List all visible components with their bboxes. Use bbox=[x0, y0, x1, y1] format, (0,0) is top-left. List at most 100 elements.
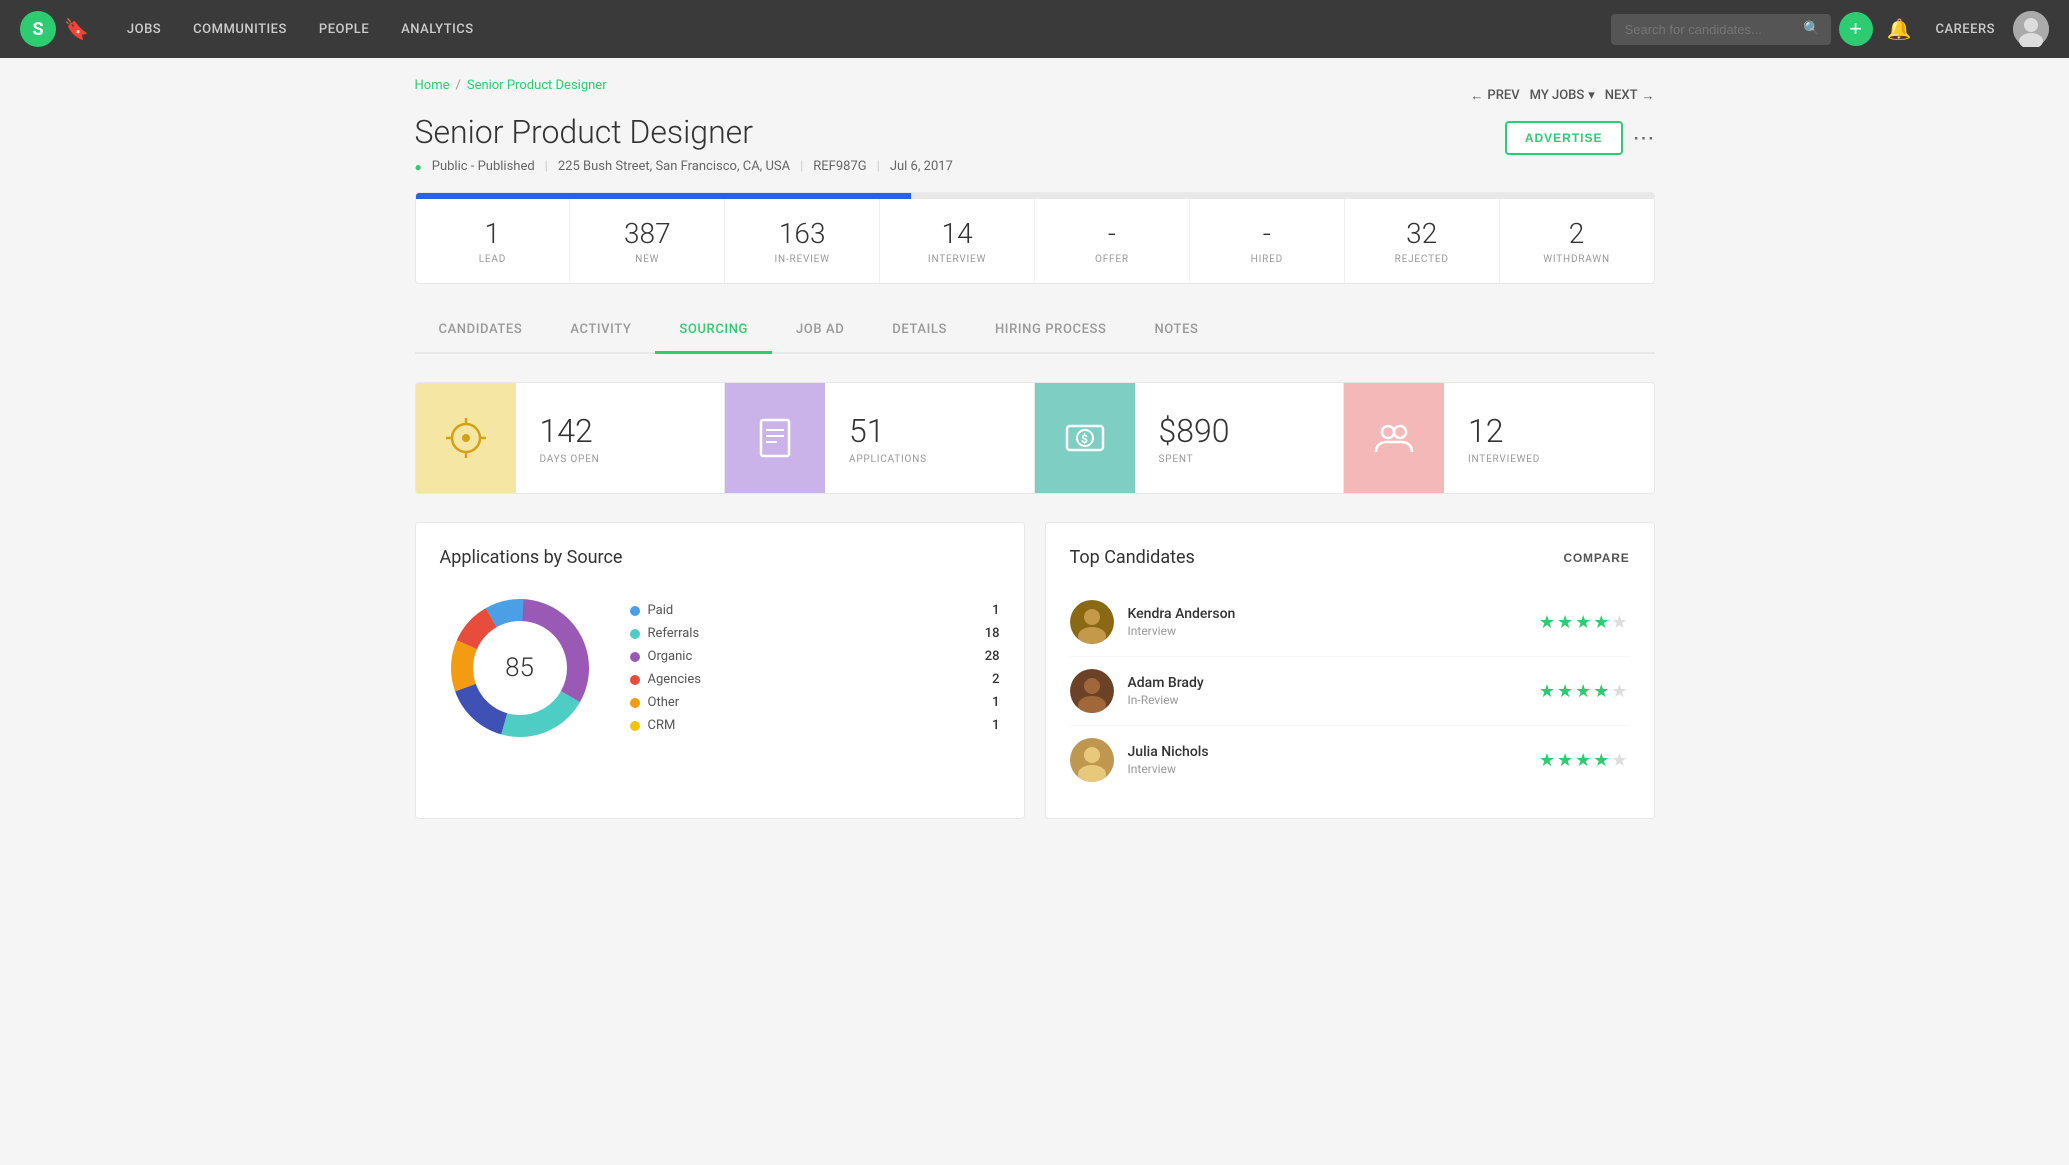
my-jobs-button[interactable]: MY JOBS ▾ bbox=[1530, 88, 1595, 103]
pipeline-stages: 1 LEAD 387 NEW 163 IN-REVIEW 14 INTERVIE… bbox=[416, 199, 1654, 283]
candidates-list: Kendra Anderson Interview ★★★★★ Adam Bra… bbox=[1070, 588, 1630, 794]
status-dot: ● bbox=[415, 160, 422, 174]
tabs: CANDIDATES ACTIVITY SOURCING JOB AD DETA… bbox=[415, 308, 1655, 354]
search-input[interactable] bbox=[1611, 14, 1831, 45]
interviewed-label: INTERVIEWED bbox=[1468, 454, 1540, 465]
bookmark-icon[interactable]: 🔖 bbox=[64, 17, 89, 41]
agencies-dot bbox=[630, 675, 640, 685]
advertise-button[interactable]: ADVERTISE bbox=[1505, 121, 1623, 155]
job-ref: REF987G bbox=[813, 159, 866, 174]
top-candidates-title: Top Candidates bbox=[1070, 547, 1195, 568]
stat-spent-content: $890 SPENT bbox=[1135, 392, 1254, 485]
breadcrumb-home[interactable]: Home bbox=[415, 78, 450, 93]
stat-applications-content: 51 APPLICATIONS bbox=[825, 392, 951, 485]
more-options-button[interactable]: ⋯ bbox=[1633, 125, 1655, 151]
organic-dot bbox=[630, 652, 640, 662]
candidate-stars-1: ★★★★★ bbox=[1539, 681, 1630, 702]
candidate-name-2: Julia Nichols bbox=[1128, 744, 1525, 760]
tab-details[interactable]: DETAILS bbox=[868, 308, 971, 354]
interviewed-value: 12 bbox=[1468, 412, 1540, 450]
candidate-row[interactable]: Kendra Anderson Interview ★★★★★ bbox=[1070, 588, 1630, 657]
candidate-row[interactable]: Julia Nichols Interview ★★★★★ bbox=[1070, 726, 1630, 794]
applications-by-source-card: Applications by Source 85 bbox=[415, 522, 1025, 819]
next-label: NEXT bbox=[1605, 88, 1638, 103]
spent-value: $890 bbox=[1159, 412, 1230, 450]
job-meta: ● Public - Published | 225 Bush Street, … bbox=[415, 159, 1655, 174]
days-open-icon bbox=[416, 383, 516, 493]
nav-people[interactable]: PEOPLE bbox=[305, 14, 383, 45]
candidate-avatar-0 bbox=[1070, 600, 1114, 644]
candidate-avatar-2 bbox=[1070, 738, 1114, 782]
candidate-row[interactable]: Adam Brady In-Review ★★★★★ bbox=[1070, 657, 1630, 726]
stage-in-review[interactable]: 163 IN-REVIEW bbox=[725, 199, 880, 283]
title-row: Senior Product Designer ADVERTISE ⋯ bbox=[415, 113, 1655, 155]
tab-job-ad[interactable]: JOB AD bbox=[772, 308, 868, 354]
candidate-avatar-1 bbox=[1070, 669, 1114, 713]
job-location: 225 Bush Street, San Francisco, CA, USA bbox=[558, 159, 790, 174]
search-wrap: 🔍 bbox=[1611, 14, 1831, 45]
stage-new[interactable]: 387 NEW bbox=[570, 199, 725, 283]
stage-lead[interactable]: 1 LEAD bbox=[416, 199, 571, 283]
prev-label: PREV bbox=[1487, 88, 1519, 103]
pipeline-bar: 1 LEAD 387 NEW 163 IN-REVIEW 14 INTERVIE… bbox=[415, 192, 1655, 284]
tab-sourcing[interactable]: SOURCING bbox=[655, 308, 772, 354]
stage-rejected[interactable]: 32 REJECTED bbox=[1345, 199, 1500, 283]
donut-chart: 85 bbox=[440, 588, 600, 748]
compare-button[interactable]: COMPARE bbox=[1563, 551, 1629, 565]
meta-sep-3: | bbox=[877, 159, 880, 174]
nav-analytics[interactable]: ANALYTICS bbox=[387, 14, 488, 45]
breadcrumb-sep: / bbox=[455, 78, 460, 93]
breadcrumb-current[interactable]: Senior Product Designer bbox=[467, 78, 607, 93]
stage-interview[interactable]: 14 INTERVIEW bbox=[880, 199, 1035, 283]
nav-links: JOBS COMMUNITIES PEOPLE ANALYTICS bbox=[113, 14, 1603, 45]
candidate-name-0: Kendra Anderson bbox=[1128, 606, 1525, 622]
pipeline-fill bbox=[416, 193, 911, 199]
stage-hired[interactable]: - HIRED bbox=[1190, 199, 1345, 283]
legend-crm: CRM 1 bbox=[630, 714, 1000, 737]
applications-value: 51 bbox=[849, 412, 927, 450]
chevron-down-icon: ▾ bbox=[1588, 88, 1595, 103]
days-open-value: 142 bbox=[540, 412, 600, 450]
top-actions: ADVERTISE ⋯ bbox=[1505, 121, 1655, 155]
main-content: Home / Senior Product Designer ← PREV MY… bbox=[375, 58, 1695, 839]
meta-sep-2: | bbox=[800, 159, 803, 174]
tab-notes[interactable]: NOTES bbox=[1130, 308, 1222, 354]
job-title: Senior Product Designer bbox=[415, 113, 753, 151]
bell-icon[interactable]: 🔔 bbox=[1881, 17, 1918, 41]
stat-spent: $ $890 SPENT bbox=[1035, 383, 1345, 493]
stat-days-open-content: 142 DAYS OPEN bbox=[516, 392, 624, 485]
candidate-stage-1: In-Review bbox=[1128, 693, 1525, 707]
job-date: Jul 6, 2017 bbox=[890, 159, 953, 174]
tab-hiring-process[interactable]: HIRING PROCESS bbox=[971, 308, 1131, 354]
spent-label: SPENT bbox=[1159, 454, 1230, 465]
stage-offer[interactable]: - OFFER bbox=[1035, 199, 1190, 283]
arrow-left-icon: ← bbox=[1470, 88, 1483, 104]
avatar[interactable] bbox=[2013, 11, 2049, 47]
add-button[interactable]: + bbox=[1839, 12, 1873, 46]
prev-button[interactable]: ← PREV bbox=[1470, 88, 1519, 104]
meta-sep-1: | bbox=[545, 159, 548, 174]
stat-interviewed-content: 12 INTERVIEWED bbox=[1444, 392, 1564, 485]
interviewed-icon bbox=[1344, 383, 1444, 493]
nav-jobs[interactable]: JOBS bbox=[113, 14, 175, 45]
stat-days-open: 142 DAYS OPEN bbox=[416, 383, 726, 493]
candidate-stage-2: Interview bbox=[1128, 762, 1525, 776]
nav-communities[interactable]: COMMUNITIES bbox=[179, 14, 301, 45]
candidate-name-1: Adam Brady bbox=[1128, 675, 1525, 691]
chart-area: 85 Paid 1 Referrals bbox=[440, 588, 1000, 748]
candidate-info-0: Kendra Anderson Interview bbox=[1128, 606, 1525, 638]
crm-dot bbox=[630, 721, 640, 731]
nav-careers[interactable]: CAREERS bbox=[1925, 22, 2005, 37]
days-open-label: DAYS OPEN bbox=[540, 454, 600, 465]
sourcing-stats: 142 DAYS OPEN 51 APPLICATIONS $ $890 SPE… bbox=[415, 382, 1655, 494]
navbar: S 🔖 JOBS COMMUNITIES PEOPLE ANALYTICS 🔍 … bbox=[0, 0, 2069, 58]
nav-logo[interactable]: S bbox=[20, 11, 56, 47]
tab-activity[interactable]: ACTIVITY bbox=[546, 308, 655, 354]
applications-label: APPLICATIONS bbox=[849, 454, 927, 465]
candidate-stars-0: ★★★★★ bbox=[1539, 612, 1630, 633]
legend-organic: Organic 28 bbox=[630, 645, 1000, 668]
stage-withdrawn[interactable]: 2 WITHDRAWN bbox=[1500, 199, 1654, 283]
donut-total: 85 bbox=[505, 653, 534, 683]
next-button[interactable]: NEXT → bbox=[1605, 88, 1655, 104]
tab-candidates[interactable]: CANDIDATES bbox=[415, 308, 547, 354]
